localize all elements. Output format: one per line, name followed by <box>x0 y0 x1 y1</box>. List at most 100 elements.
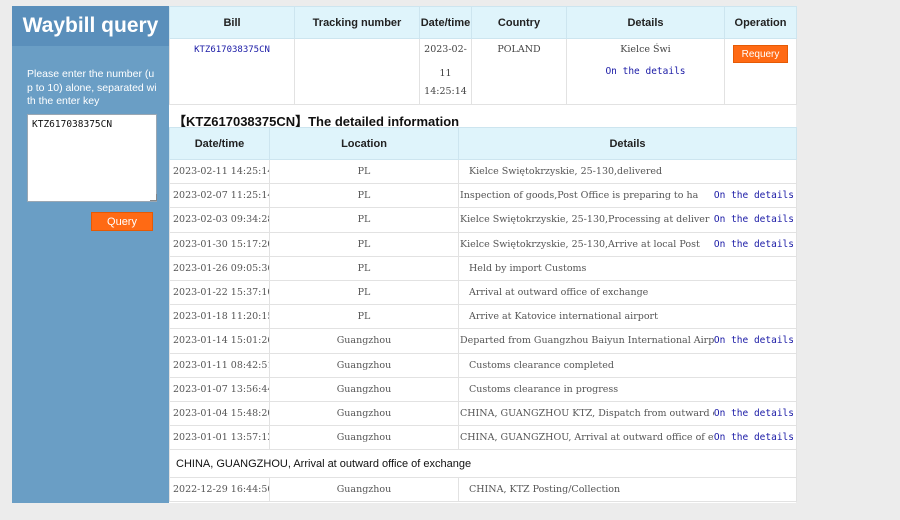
row-details: Arrive at Katovice international airport <box>469 311 658 323</box>
header-details: Details <box>566 6 725 39</box>
summary-table: Bill Tracking number Date/time Country D… <box>169 6 797 105</box>
history-table: Date/time Location Details 2023-02-11 14… <box>169 127 797 503</box>
header-history-details: Details <box>458 127 797 160</box>
summary-note-row: CHINA, GUANGZHOU, Arrival at outward off… <box>169 449 797 479</box>
row-datetime: 2023-01-07 13:56:44 <box>169 376 270 402</box>
time-text: 14:25:14 <box>424 86 467 97</box>
row-details-cell: Held by import Customs <box>458 255 797 281</box>
table-row: 2023-02-07 11:25:14 PL Inspection of goods… <box>169 183 797 209</box>
query-button[interactable]: Query <box>91 212 153 231</box>
row-details-cell: Customs clearance in progress <box>458 376 797 402</box>
table-row: 2023-01-01 13:57:12 Guangzhou CHINA, GUANG… <box>169 425 797 451</box>
waybill-number-input[interactable]: KTZ617038375CN <box>27 114 157 202</box>
row-location: PL <box>269 183 459 209</box>
row-datetime: 2023-02-07 11:25:14 <box>169 183 270 209</box>
row-details: CHINA, KTZ Posting/Collection <box>469 484 621 496</box>
summary-row: KTZ617038375CN 2023-02-11 14:25:14 POLAN… <box>169 38 797 105</box>
row-datetime: 2023-01-18 11:20:15 <box>169 304 270 330</box>
row-on-the-details-link[interactable]: On the details <box>714 335 796 346</box>
row-datetime: 2023-01-22 15:37:10 <box>169 279 270 306</box>
row-on-the-details-link[interactable]: On the details <box>714 408 796 419</box>
row-location: PL <box>269 255 459 281</box>
row-on-the-details-link[interactable]: On the details <box>714 190 796 201</box>
bill-link[interactable]: KTZ617038375CN <box>194 45 270 55</box>
row-location: Guangzhou <box>269 328 459 354</box>
main-content: Bill Tracking number Date/time Country D… <box>169 6 797 503</box>
page: Waybill query Please enter the number (u… <box>12 6 797 503</box>
textarea-resize-grip[interactable] <box>150 194 157 201</box>
row-location: PL <box>269 158 459 185</box>
row-details: Customs clearance in progress <box>469 383 619 395</box>
row-details: Arrival at outward office of exchange <box>469 287 649 299</box>
row-datetime: 2023-02-03 09:34:28 <box>169 207 270 233</box>
row-details-cell: Kielce Świętokrzyskie, 25-130,Processing… <box>458 207 797 233</box>
row-location: Guangzhou <box>269 376 459 402</box>
table-row: 2023-01-14 15:01:26 Guangzhou Departed fro… <box>169 328 797 354</box>
tracking-cell <box>294 38 420 105</box>
row-datetime: 2023-01-11 08:42:51 <box>169 352 270 378</box>
sidebar-title: Waybill query <box>12 6 169 46</box>
table-row: 2023-01-26 09:05:36 PL Held by import Cust… <box>169 255 797 281</box>
row-datetime: 2023-01-01 13:57:12 <box>169 425 270 451</box>
summary-header-row: Bill Tracking number Date/time Country D… <box>169 6 797 39</box>
table-row: 2023-01-22 15:37:10 PL Arrival at outward … <box>169 279 797 306</box>
row-location: Guangzhou <box>269 400 459 427</box>
table-row: 2022-12-29 16:44:50 Guangzhou CHINA, KTZ P… <box>169 477 797 503</box>
table-row: 2023-01-11 08:42:51 Guangzhou Customs clea… <box>169 352 797 378</box>
bill-cell: KTZ617038375CN <box>169 38 295 105</box>
row-details: CHINA, GUANGZHOU KTZ, Dispatch from outw… <box>460 407 714 419</box>
row-details-cell: Arrive at Katovice international airport <box>458 304 797 330</box>
row-details: Inspection of goods,Post Office is prepa… <box>460 190 699 202</box>
row-details: Kielce Świętokrzyskie, 25-130,Arrive at … <box>460 238 700 250</box>
header-operation: Operation <box>724 6 797 39</box>
row-details-cell: Inspection of goods,Post Office is prepa… <box>458 183 797 209</box>
row-on-the-details-link[interactable]: On the details <box>714 214 796 225</box>
operation-cell: Requery <box>724 38 797 105</box>
row-location: Guangzhou <box>269 352 459 378</box>
row-details-cell: Kielce Świętokrzyskie, 25-130,Arrive at … <box>458 231 797 257</box>
row-datetime: 2022-12-29 16:44:50 <box>169 477 270 503</box>
row-location: Guangzhou <box>269 477 459 503</box>
row-location: PL <box>269 231 459 257</box>
row-on-the-details-link[interactable]: On the details <box>714 239 796 250</box>
sidebar: Waybill query Please enter the number (u… <box>12 6 169 503</box>
row-details-cell: CHINA, GUANGZHOU, Arrival at outward off… <box>458 425 797 451</box>
row-details-cell: CHINA, KTZ Posting/Collection <box>458 477 797 503</box>
row-location: PL <box>269 279 459 306</box>
row-details: Held by import Customs <box>469 262 587 274</box>
table-row: 2023-01-18 11:20:15 PL Arrive at Katovice … <box>169 304 797 330</box>
header-country: Country <box>471 6 567 39</box>
country-cell: POLAND <box>471 38 567 105</box>
row-datetime: 2023-01-04 15:48:20 <box>169 400 270 427</box>
header-bill: Bill <box>169 6 295 39</box>
table-row: 2023-01-04 15:48:20 Guangzhou CHINA, GUANG… <box>169 400 797 427</box>
table-row: 2023-01-30 15:17:20 PL Kielce Świętokrzysk… <box>169 231 797 257</box>
summary-note: CHINA, GUANGZHOU, Arrival at outward off… <box>169 449 797 479</box>
row-details-cell: Kielce Świętokrzyskie, 25-130,delivered <box>458 158 797 185</box>
row-details-cell: Departed from Guangzhou Baiyun Internati… <box>458 328 797 354</box>
on-the-details-link[interactable]: On the details <box>567 66 724 77</box>
place-text: Kielce Świ <box>620 44 671 55</box>
header-datetime: Date/time <box>419 6 472 39</box>
table-row: 2023-02-11 14:25:14 PL Kielce Świętokrzysk… <box>169 158 797 185</box>
details-cell: Kielce Świ On the details <box>566 38 725 105</box>
row-datetime: 2023-02-11 14:25:14 <box>169 158 270 185</box>
row-location: PL <box>269 207 459 233</box>
datetime-cell: 2023-02-11 14:25:14 <box>419 38 472 105</box>
row-details: Kielce Świętokrzyskie, 25-130,delivered <box>469 166 663 178</box>
row-details: CHINA, GUANGZHOU, Arrival at outward off… <box>460 432 714 444</box>
row-details-cell: Arrival at outward office of exchange <box>458 279 797 306</box>
row-location: PL <box>269 304 459 330</box>
table-row: 2023-02-03 09:34:28 PL Kielce Świętokrzysk… <box>169 207 797 233</box>
row-datetime: 2023-01-26 09:05:36 <box>169 255 270 281</box>
row-details-cell: Customs clearance completed <box>458 352 797 378</box>
row-details-cell: CHINA, GUANGZHOU KTZ, Dispatch from outw… <box>458 400 797 427</box>
row-details: Customs clearance completed <box>469 359 614 371</box>
row-datetime: 2023-01-14 15:01:26 <box>169 328 270 354</box>
header-history-location: Location <box>269 127 459 160</box>
row-on-the-details-link[interactable]: On the details <box>714 432 796 443</box>
row-location: Guangzhou <box>269 425 459 451</box>
requery-button[interactable]: Requery <box>733 45 788 63</box>
header-history-datetime: Date/time <box>169 127 270 160</box>
header-tracking-number: Tracking number <box>294 6 420 39</box>
